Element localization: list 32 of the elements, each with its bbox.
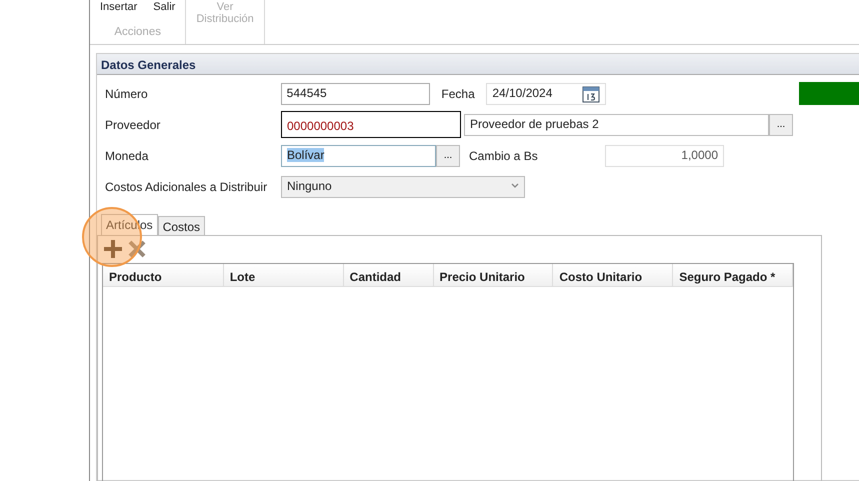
column-header[interactable]: Lote bbox=[224, 264, 344, 286]
date-field[interactable]: 24/10/2024 bbox=[486, 82, 606, 104]
browse-button[interactable]: ... bbox=[769, 114, 793, 136]
ribbon-button[interactable]: Salir bbox=[153, 1, 176, 13]
field-label: Proveedor bbox=[105, 116, 162, 134]
column-header[interactable]: Cantidad bbox=[344, 264, 434, 286]
caret-icon bbox=[511, 182, 519, 188]
add-icon[interactable] bbox=[102, 238, 124, 260]
field-label: Fecha bbox=[441, 86, 476, 102]
select-value: Ninguno bbox=[287, 178, 332, 194]
input-field[interactable]: Proveedor de pruebas 2 bbox=[464, 114, 769, 136]
ribbon-button[interactable]: Insertar bbox=[100, 1, 138, 13]
date-text: 24/10/2024 bbox=[492, 84, 552, 102]
field-value: Bolívar bbox=[287, 148, 324, 162]
input-field[interactable]: 544545 bbox=[280, 82, 430, 104]
field-label: Cambio a Bs bbox=[469, 148, 539, 164]
code-field[interactable]: 0000000003 bbox=[281, 111, 461, 138]
select-field[interactable]: Ninguno bbox=[281, 176, 525, 198]
column-header[interactable]: Producto bbox=[103, 264, 224, 286]
status-indicator bbox=[799, 82, 859, 105]
group-label: Acciones bbox=[114, 24, 161, 40]
calendar-icon[interactable] bbox=[582, 84, 600, 102]
column-header[interactable]: Costo Unitario bbox=[553, 264, 674, 286]
column-header[interactable]: Seguro Pagado * bbox=[673, 264, 794, 286]
browse-button[interactable]: ... bbox=[436, 144, 460, 166]
column-header[interactable]: Precio Unitario bbox=[434, 264, 554, 286]
tab[interactable]: Costos bbox=[158, 216, 206, 235]
section-header: Datos Generales bbox=[97, 54, 859, 75]
input-field[interactable]: Bolívar bbox=[281, 144, 436, 166]
field-label: Costos Adicionales a Distribuir bbox=[105, 178, 268, 196]
field-label: Moneda bbox=[105, 148, 150, 164]
field-label: Número bbox=[105, 86, 149, 102]
